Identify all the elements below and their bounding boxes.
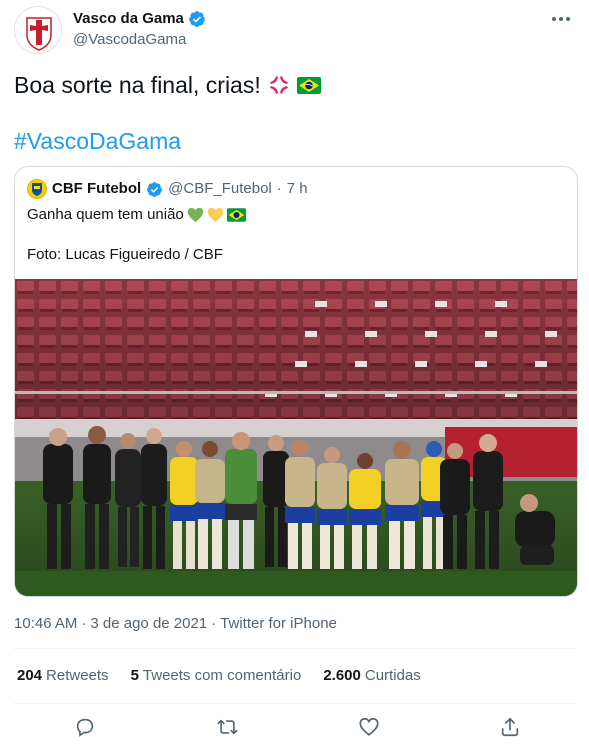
yellow-heart-emoji [207,207,224,223]
quoted-text: Ganha quem tem união [27,205,246,225]
meta-separator: · [81,615,87,632]
green-heart-emoji [187,207,204,223]
likes-stat[interactable]: 2.600 Curtidas [323,666,420,686]
verified-badge-icon [147,181,163,197]
vasco-crest-avatar[interactable] [14,6,62,54]
brazil-flag-emoji [296,76,321,94]
more-options-icon[interactable] [548,8,574,30]
quote-tweets-stat[interactable]: 5 Tweets com comentário [131,666,302,686]
quoted-text-content: Ganha quem tem união [27,206,184,223]
tweet-source[interactable]: Twitter for iPhone [220,614,337,634]
cbf-crest-icon [32,183,42,196]
vasco-crest-icon [15,7,61,53]
quoted-display-name[interactable]: CBF Futebol [52,179,141,199]
quoted-handle[interactable]: @CBF_Futebol [168,179,272,199]
retweets-stat[interactable]: 204 Retweets [17,666,109,686]
author-display-name[interactable]: Vasco da Gama [73,9,184,29]
tweet-text: Boa sorte na final, crias! [14,70,321,100]
tweet-meta: 10:46 AM · 3 de ago de 2021 · Twitter fo… [14,614,337,634]
quoted-separator: · [276,180,282,197]
quoted-tweet[interactable]: CBF Futebol @CBF_Futebol · 7 h Ganha que… [14,166,578,597]
tweet-stats: 204 Retweets 5 Tweets com comentário 2.600… [17,666,421,686]
tweet-date[interactable]: 3 de ago de 2021 [90,614,207,634]
verified-badge-icon [189,11,205,27]
quoted-time[interactable]: 7 h [287,179,308,199]
anger-symbol-emoji [269,76,288,94]
brazil-team-sideline-photo[interactable] [15,279,577,596]
like-icon[interactable] [356,714,382,740]
tweet-text-content: Boa sorte na final, crias! [14,72,261,98]
brazil-flag-emoji [226,208,246,222]
retweet-icon[interactable] [214,714,240,740]
tweet-header: Vasco da Gama @VascodaGama [14,6,576,54]
cbf-avatar[interactable] [27,179,47,199]
meta-separator: · [211,615,217,632]
hashtag-link[interactable]: #VascoDaGama [14,126,181,156]
author-handle[interactable]: @VascodaGama [73,30,206,50]
reply-icon[interactable] [72,714,98,740]
divider [14,703,576,704]
divider [14,648,576,649]
photo-credit: Foto: Lucas Figueiredo / CBF [27,246,223,263]
share-icon[interactable] [497,714,523,740]
tweet-time[interactable]: 10:46 AM [14,614,77,634]
action-bar [14,710,576,744]
